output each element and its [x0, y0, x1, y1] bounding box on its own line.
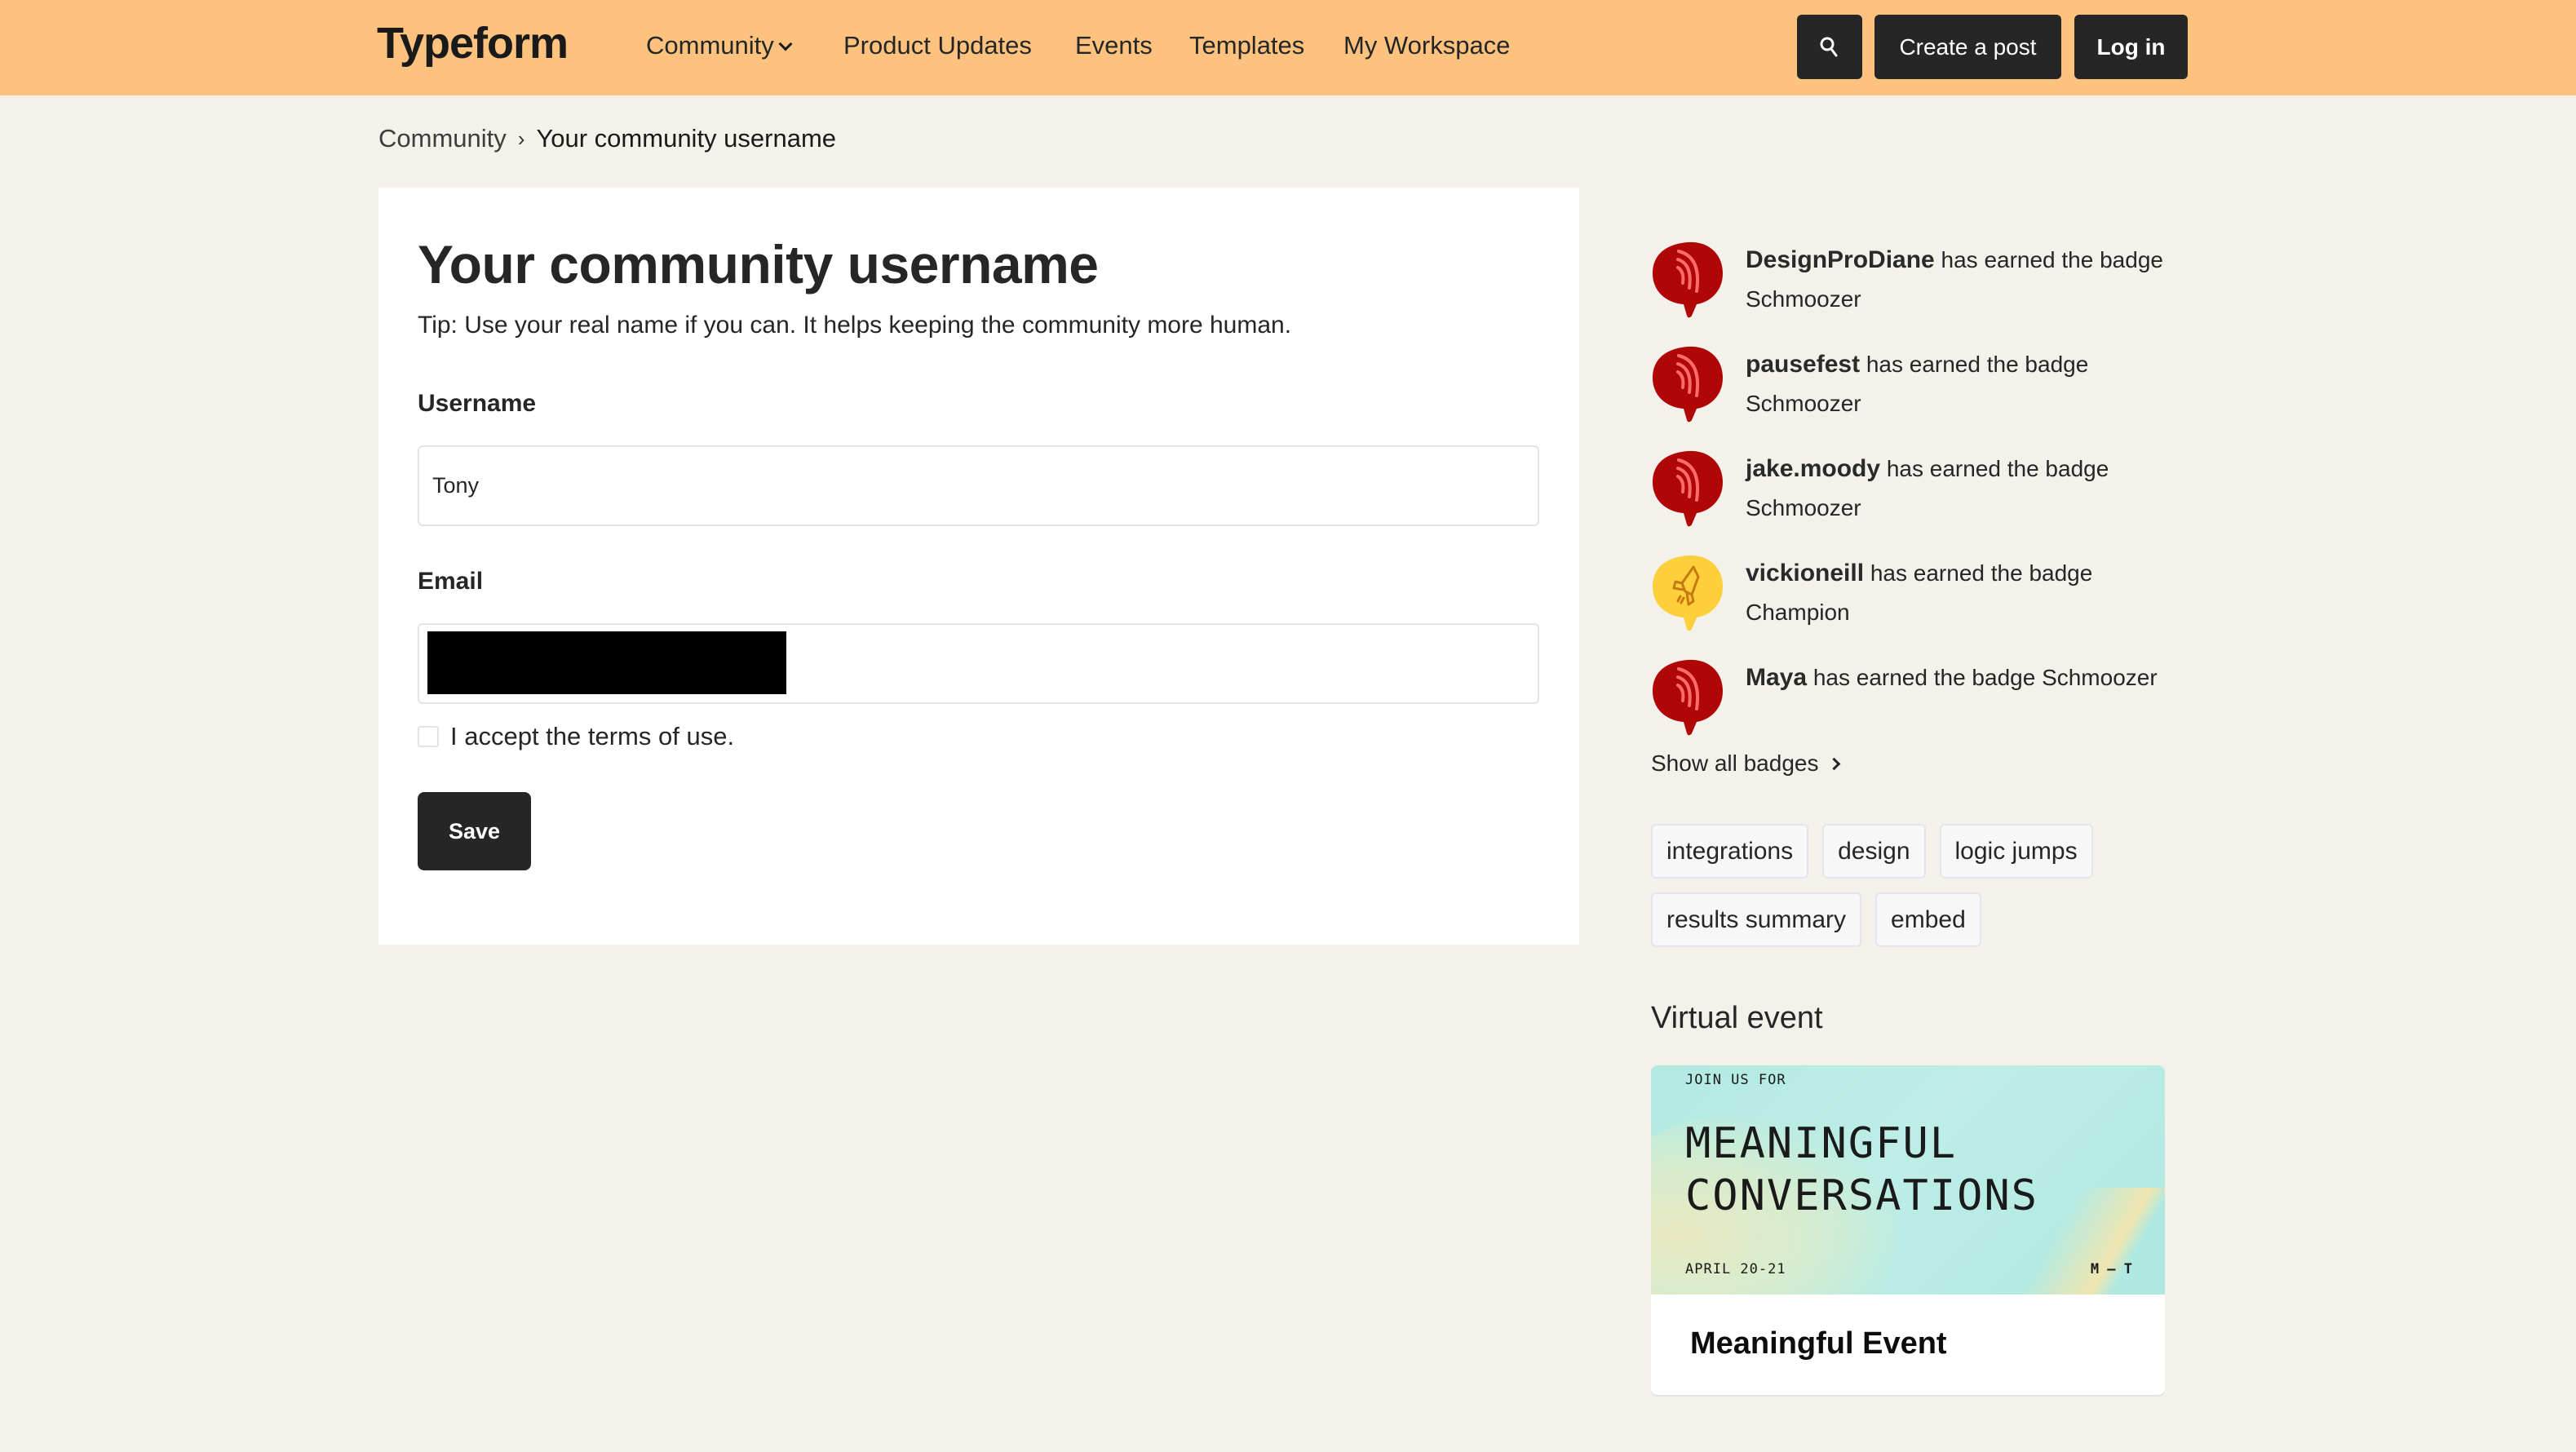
- tag-logic-jumps[interactable]: logic jumps: [1939, 824, 2093, 879]
- create-post-button[interactable]: Create a post: [1874, 15, 2061, 79]
- badge-text: vickioneill has earned the badge Champio…: [1746, 554, 2170, 632]
- tag-list: integrations design logic jumps results …: [1651, 824, 2173, 947]
- badge-username[interactable]: Maya: [1746, 664, 1807, 691]
- event-banner-title-line: CONVERSATIONS: [1685, 1171, 2038, 1220]
- badge-text: Maya has earned the badge Schmoozer: [1746, 658, 2170, 697]
- tag-integrations[interactable]: integrations: [1651, 824, 1809, 879]
- terms-checkbox[interactable]: [418, 726, 439, 747]
- show-all-badges-label: Show all badges: [1651, 750, 1819, 776]
- speech-bubble-signal-icon: [1653, 450, 1723, 527]
- nav-events[interactable]: Events: [1075, 31, 1153, 60]
- typeform-logo[interactable]: Typeform: [377, 18, 569, 69]
- breadcrumb: Community › Your community username: [378, 124, 836, 153]
- badge-username[interactable]: pausefest: [1746, 351, 1860, 378]
- event-banner-mark: M — T: [2090, 1261, 2132, 1277]
- email-redaction: [427, 631, 786, 694]
- search-icon: [1820, 37, 1838, 56]
- tag-embed[interactable]: embed: [1875, 892, 1981, 947]
- breadcrumb-community[interactable]: Community: [378, 124, 507, 153]
- page-title: Your community username: [418, 234, 1099, 294]
- event-banner-title-line: MEANINGFUL: [1685, 1119, 1958, 1168]
- chevron-right-icon: [1828, 757, 1841, 770]
- event-card[interactable]: JOIN US FOR MEANINGFUL CONVERSATIONS APR…: [1651, 1065, 2165, 1395]
- speech-bubble-signal-icon: [1653, 241, 1723, 318]
- badge-activity-item: vickioneill has earned the badge Champio…: [1651, 552, 2173, 634]
- username-label: Username: [418, 390, 537, 417]
- badge-text: pausefest has earned the badge Schmoozer: [1746, 345, 2170, 423]
- virtual-event-heading: Virtual event: [1651, 1001, 1823, 1035]
- badge-activity-item: pausefest has earned the badge Schmoozer: [1651, 343, 2173, 425]
- nav-community[interactable]: Community: [646, 31, 793, 60]
- event-banner-date: APRIL 20-21: [1685, 1261, 1786, 1277]
- badge-activity-item: jake.moody has earned the badge Schmooze…: [1651, 448, 2173, 529]
- tip-text: Tip: Use your real name if you can. It h…: [418, 312, 1292, 339]
- nav-my-workspace[interactable]: My Workspace: [1343, 31, 1510, 60]
- badge-earned-text: has earned the badge: [1941, 247, 2163, 272]
- event-banner-image: JOIN US FOR MEANINGFUL CONVERSATIONS APR…: [1651, 1065, 2165, 1295]
- chevron-right-icon: ›: [517, 126, 525, 151]
- tag-design[interactable]: design: [1822, 824, 1926, 879]
- badge-earned-text: has earned the badge: [1812, 665, 2036, 690]
- badge-name: Champion: [1746, 600, 1850, 625]
- badge-name: Schmoozer: [1746, 391, 1861, 416]
- event-title[interactable]: Meaningful Event: [1690, 1326, 1947, 1361]
- top-navigation-bar: Typeform Community Product Updates Event…: [0, 0, 2576, 95]
- badge-earned-text: has earned the badge: [1870, 560, 2093, 586]
- save-button[interactable]: Save: [418, 792, 531, 870]
- search-button[interactable]: [1797, 15, 1862, 79]
- badge-name: Schmoozer: [1746, 286, 1861, 312]
- nav-product-updates[interactable]: Product Updates: [843, 31, 1032, 60]
- badge-username[interactable]: DesignProDiane: [1746, 246, 1935, 273]
- badge-username[interactable]: vickioneill: [1746, 560, 1864, 587]
- badge-activity-item: DesignProDiane has earned the badge Schm…: [1651, 239, 2173, 321]
- nav-community-label: Community: [646, 31, 774, 60]
- badge-activity-item: Maya has earned the badge Schmoozer: [1651, 657, 2173, 738]
- badge-name: Schmoozer: [1746, 495, 1861, 520]
- show-all-badges-link[interactable]: Show all badges: [1651, 750, 1841, 777]
- email-label: Email: [418, 568, 484, 595]
- badge-username[interactable]: jake.moody: [1746, 455, 1880, 482]
- login-button[interactable]: Log in: [2074, 15, 2188, 79]
- terms-label[interactable]: I accept the terms of use.: [450, 722, 734, 751]
- speech-bubble-rocket-icon: [1653, 555, 1723, 631]
- username-input[interactable]: [418, 445, 1539, 526]
- badge-text: DesignProDiane has earned the badge Schm…: [1746, 241, 2170, 319]
- speech-bubble-signal-icon: [1653, 346, 1723, 423]
- speech-bubble-signal-icon: [1653, 659, 1723, 736]
- event-banner-title: MEANINGFUL CONVERSATIONS: [1685, 1118, 2038, 1222]
- badge-earned-text: has earned the badge: [1886, 456, 2109, 481]
- nav-templates[interactable]: Templates: [1189, 31, 1304, 60]
- badge-earned-text: has earned the badge: [1866, 352, 2089, 377]
- event-banner-kicker: JOIN US FOR: [1685, 1072, 1786, 1088]
- breadcrumb-current: Your community username: [536, 124, 837, 153]
- tag-results-summary[interactable]: results summary: [1651, 892, 1862, 947]
- username-form-card: Your community username Tip: Use your re…: [378, 188, 1579, 945]
- badge-name: Schmoozer: [2042, 665, 2158, 690]
- badge-text: jake.moody has earned the badge Schmooze…: [1746, 449, 2170, 528]
- chevron-down-icon: [778, 37, 793, 51]
